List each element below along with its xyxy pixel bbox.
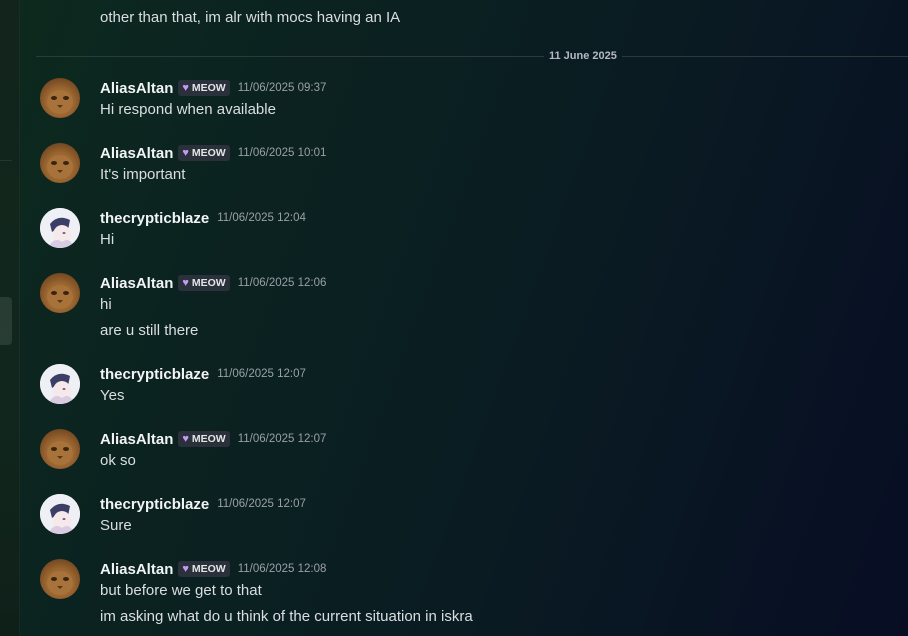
- timestamp: 11/06/2025 12:06: [237, 277, 327, 289]
- guild-tag-label: MEOW: [191, 82, 226, 94]
- timestamp: 11/06/2025 12:07: [237, 433, 327, 445]
- message-text: Yes: [100, 387, 125, 404]
- guild-tag-label: MEOW: [191, 433, 226, 445]
- heart-icon: ♥: [182, 433, 189, 445]
- user-avatar[interactable]: [40, 143, 80, 183]
- message-header: AliasAltan ♥ MEOW 11/06/2025 12:07: [100, 429, 326, 449]
- timestamp: 11/06/2025 12:07: [217, 368, 306, 380]
- message-text: hi: [100, 296, 112, 313]
- username[interactable]: thecrypticblaze: [100, 496, 209, 513]
- message-header: thecrypticblaze 11/06/2025 12:07: [100, 364, 306, 384]
- user-avatar[interactable]: [40, 429, 80, 469]
- message-text: im asking what do u think of the current…: [100, 608, 473, 625]
- message-header: thecrypticblaze 11/06/2025 12:07: [100, 494, 306, 514]
- username[interactable]: AliasAltan: [100, 275, 173, 292]
- timestamp: 11/06/2025 10:01: [237, 147, 327, 159]
- timestamp: 11/06/2025 09:37: [237, 82, 327, 94]
- message-text: are u still there: [100, 322, 199, 339]
- message-header: AliasAltan ♥ MEOW 11/06/2025 10:01: [100, 143, 326, 163]
- user-avatar[interactable]: [40, 273, 80, 313]
- username[interactable]: thecrypticblaze: [100, 210, 209, 227]
- heart-icon: ♥: [182, 563, 189, 575]
- user-avatar[interactable]: [40, 559, 80, 599]
- timestamp: 11/06/2025 12:04: [217, 212, 306, 224]
- message-header: AliasAltan ♥ MEOW 11/06/2025 12:06: [100, 273, 326, 293]
- username[interactable]: AliasAltan: [100, 431, 173, 448]
- date-divider-label: 11 June 2025: [544, 49, 622, 63]
- message-header: thecrypticblaze 11/06/2025 12:04: [100, 208, 306, 228]
- guild-tag-label: MEOW: [191, 277, 226, 289]
- message-text: other than that, im alr with mocs having…: [100, 9, 401, 26]
- message-text: Sure: [100, 517, 132, 534]
- message-text: It's important: [100, 166, 186, 183]
- heart-icon: ♥: [182, 277, 189, 289]
- guild-tag-label: MEOW: [191, 147, 226, 159]
- chat-messages: other than that, im alr with mocs having…: [20, 0, 908, 636]
- heart-icon: ♥: [182, 147, 189, 159]
- timestamp: 11/06/2025 12:08: [237, 563, 327, 575]
- timestamp: 11/06/2025 12:07: [217, 498, 306, 510]
- sidebar-selected-indicator[interactable]: [0, 297, 12, 345]
- guild-tag[interactable]: ♥ MEOW: [178, 561, 230, 577]
- guild-tag[interactable]: ♥ MEOW: [178, 431, 230, 447]
- server-sidebar: [0, 0, 20, 636]
- guild-tag[interactable]: ♥ MEOW: [178, 80, 230, 96]
- message-text: Hi respond when available: [100, 101, 276, 118]
- user-avatar[interactable]: [40, 208, 80, 248]
- message-header: AliasAltan ♥ MEOW 11/06/2025 09:37: [100, 78, 326, 98]
- user-avatar[interactable]: [40, 364, 80, 404]
- username[interactable]: thecrypticblaze: [100, 366, 209, 383]
- message-text: but before we get to that: [100, 582, 262, 599]
- username[interactable]: AliasAltan: [100, 561, 173, 578]
- heart-icon: ♥: [182, 82, 189, 94]
- guild-tag-label: MEOW: [191, 563, 226, 575]
- sidebar-divider: [0, 160, 12, 161]
- guild-tag[interactable]: ♥ MEOW: [178, 145, 230, 161]
- user-avatar[interactable]: [40, 494, 80, 534]
- date-divider: [36, 56, 908, 57]
- message-text: ok so: [100, 452, 136, 469]
- message-header: AliasAltan ♥ MEOW 11/06/2025 12:08: [100, 559, 326, 579]
- username[interactable]: AliasAltan: [100, 80, 173, 97]
- guild-tag[interactable]: ♥ MEOW: [178, 275, 230, 291]
- username[interactable]: AliasAltan: [100, 145, 173, 162]
- message-text: Hi: [100, 231, 115, 248]
- user-avatar[interactable]: [40, 78, 80, 118]
